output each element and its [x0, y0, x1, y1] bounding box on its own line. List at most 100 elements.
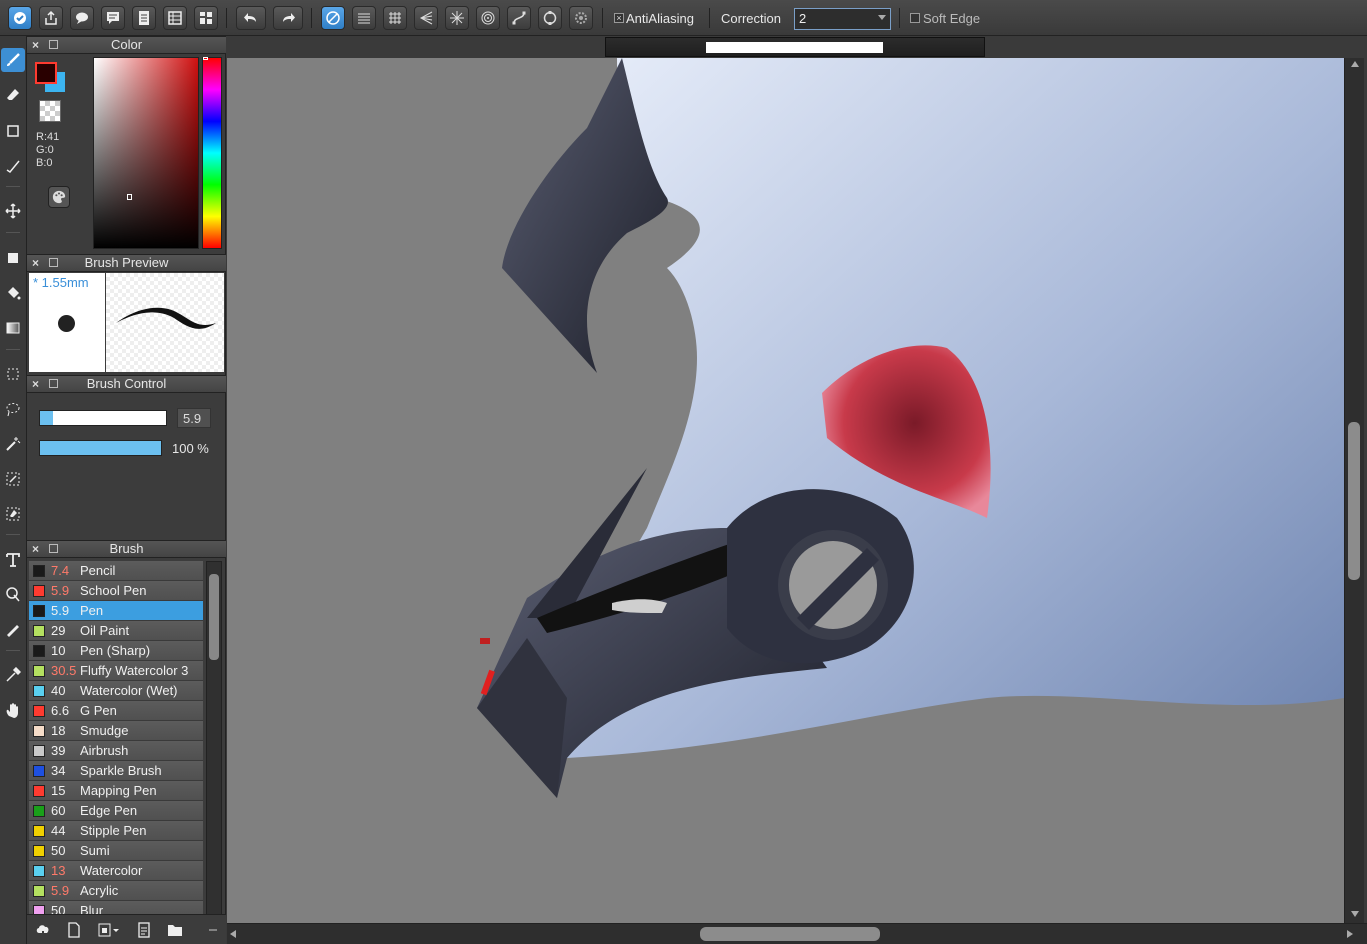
radial-snap-icon[interactable] — [445, 6, 469, 30]
vertical-scrollbar-thumb[interactable] — [1348, 422, 1360, 580]
rectangle-icon[interactable] — [1, 119, 25, 143]
horizontal-scrollbar-thumb[interactable] — [700, 927, 880, 941]
close-icon[interactable]: × — [32, 255, 39, 271]
saturation-value-picker[interactable] — [93, 57, 199, 249]
concentric-snap-icon[interactable] — [476, 6, 500, 30]
select-eraser-icon[interactable] — [1, 502, 25, 526]
popout-icon[interactable] — [49, 40, 58, 49]
select-pen-icon[interactable] — [1, 467, 25, 491]
divide-icon[interactable] — [1, 617, 25, 641]
brush-item[interactable]: 5.9 Pen — [29, 601, 203, 621]
transparent-color-swatch[interactable] — [39, 100, 61, 122]
brush-item[interactable]: 15 Mapping Pen — [29, 781, 203, 801]
popout-icon[interactable] — [49, 544, 58, 553]
comment-icon[interactable] — [101, 6, 125, 30]
select-rect-icon[interactable] — [1, 362, 25, 386]
remove-brush-icon[interactable] — [202, 919, 224, 941]
hand-icon[interactable] — [1, 698, 25, 722]
chat-icon[interactable] — [70, 6, 94, 30]
folder-icon[interactable] — [164, 919, 186, 941]
ellipse-snap-icon[interactable] — [538, 6, 562, 30]
eraser-icon[interactable] — [1, 83, 25, 107]
brush-item[interactable]: 18 Smudge — [29, 721, 203, 741]
export-icon[interactable] — [39, 6, 63, 30]
brush-item[interactable]: 60 Edge Pen — [29, 801, 203, 821]
brush-icon[interactable] — [1, 48, 25, 72]
brush-item[interactable]: 50 Blur — [29, 901, 203, 915]
close-icon[interactable]: × — [32, 376, 39, 392]
brush-item[interactable]: 40 Watercolor (Wet) — [29, 681, 203, 701]
lasso-icon[interactable] — [1, 397, 25, 421]
brush-size-slider[interactable] — [39, 410, 167, 426]
soft-edge-label: Soft Edge — [923, 11, 981, 26]
bucket-icon[interactable] — [1, 281, 25, 305]
brush-list-scrollbar[interactable] — [206, 561, 222, 915]
brush-item[interactable]: 30.5 Fluffy Watercolor 3 — [29, 661, 203, 681]
scrollbar-thumb[interactable] — [209, 574, 219, 660]
grid-snap-icon[interactable] — [383, 6, 407, 30]
scroll-left-icon[interactable] — [230, 930, 236, 938]
brush-item-name: School Pen — [80, 583, 147, 598]
redo-icon[interactable] — [273, 6, 303, 30]
undo-icon[interactable] — [236, 6, 266, 30]
popout-icon[interactable] — [49, 379, 58, 388]
perspective-snap-icon[interactable] — [414, 6, 438, 30]
close-icon[interactable]: × — [32, 37, 39, 53]
palette-icon[interactable] — [48, 186, 70, 208]
brush-item[interactable]: 39 Airbrush — [29, 741, 203, 761]
color-picker-marker[interactable] — [127, 194, 132, 200]
brush-item[interactable]: 13 Watercolor — [29, 861, 203, 881]
horizontal-scrollbar[interactable] — [227, 923, 1367, 944]
parallel-snap-icon[interactable] — [352, 6, 376, 30]
chevron-down-icon[interactable] — [878, 15, 886, 20]
snap-settings-icon[interactable] — [569, 6, 593, 30]
correction-select[interactable]: 2 — [794, 8, 891, 30]
scroll-up-icon[interactable] — [1351, 61, 1359, 67]
brush-item[interactable]: 29 Oil Paint — [29, 621, 203, 641]
eyedropper-icon[interactable] — [1, 663, 25, 687]
curve-snap-icon[interactable] — [507, 6, 531, 30]
brush-color-swatch — [33, 565, 45, 577]
brush-item[interactable]: 44 Stipple Pen — [29, 821, 203, 841]
grid-layout-icon[interactable] — [194, 6, 218, 30]
pen-curve-icon[interactable] — [1, 154, 25, 178]
popout-icon[interactable] — [49, 258, 58, 267]
document-icon[interactable] — [132, 6, 156, 30]
hue-marker[interactable] — [203, 57, 208, 60]
vertical-scrollbar[interactable] — [1344, 58, 1364, 923]
drawing-canvas[interactable] — [227, 58, 1344, 923]
antialiasing-checkbox[interactable]: × — [614, 13, 624, 23]
brush-item[interactable]: 5.9 School Pen — [29, 581, 203, 601]
brush-item[interactable]: 10 Pen (Sharp) — [29, 641, 203, 661]
brush-item[interactable]: 6.6 G Pen — [29, 701, 203, 721]
text-icon[interactable] — [1, 548, 25, 572]
brush-item[interactable]: 34 Sparkle Brush — [29, 761, 203, 781]
cloud-brush-icon[interactable] — [32, 919, 54, 941]
magic-wand-icon[interactable] — [1, 432, 25, 456]
gradient-icon[interactable] — [1, 316, 25, 340]
snap-off-icon[interactable] — [321, 6, 345, 30]
brush-settings-icon[interactable] — [133, 919, 155, 941]
opacity-slider[interactable] — [39, 440, 162, 456]
scroll-down-icon[interactable] — [1351, 911, 1359, 917]
brush-item[interactable]: 50 Sumi — [29, 841, 203, 861]
soft-edge-checkbox[interactable] — [910, 13, 920, 23]
brush-item[interactable]: 5.9 Acrylic — [29, 881, 203, 901]
operation-icon[interactable] — [1, 582, 25, 606]
close-icon[interactable]: × — [32, 541, 39, 557]
foreground-color-swatch[interactable] — [35, 62, 57, 84]
layout-icon[interactable] — [163, 6, 187, 30]
app-menu-icon[interactable] — [8, 6, 32, 30]
brush-options-icon[interactable] — [94, 919, 124, 941]
brush-item-size: 7.4 — [51, 563, 70, 578]
brush-item[interactable]: 7.4 Pencil — [29, 561, 203, 581]
brush-item-size: 50 — [51, 843, 66, 858]
red-value: R:41 — [36, 131, 60, 143]
new-brush-icon[interactable] — [63, 919, 85, 941]
brush-preview-header: × Brush Preview — [27, 254, 226, 272]
hue-slider[interactable] — [202, 57, 222, 249]
move-icon[interactable] — [1, 199, 25, 223]
brush-size-input[interactable]: 5.9 — [177, 408, 211, 428]
scroll-right-icon[interactable] — [1347, 930, 1353, 938]
fill-rect-icon[interactable] — [1, 246, 25, 270]
